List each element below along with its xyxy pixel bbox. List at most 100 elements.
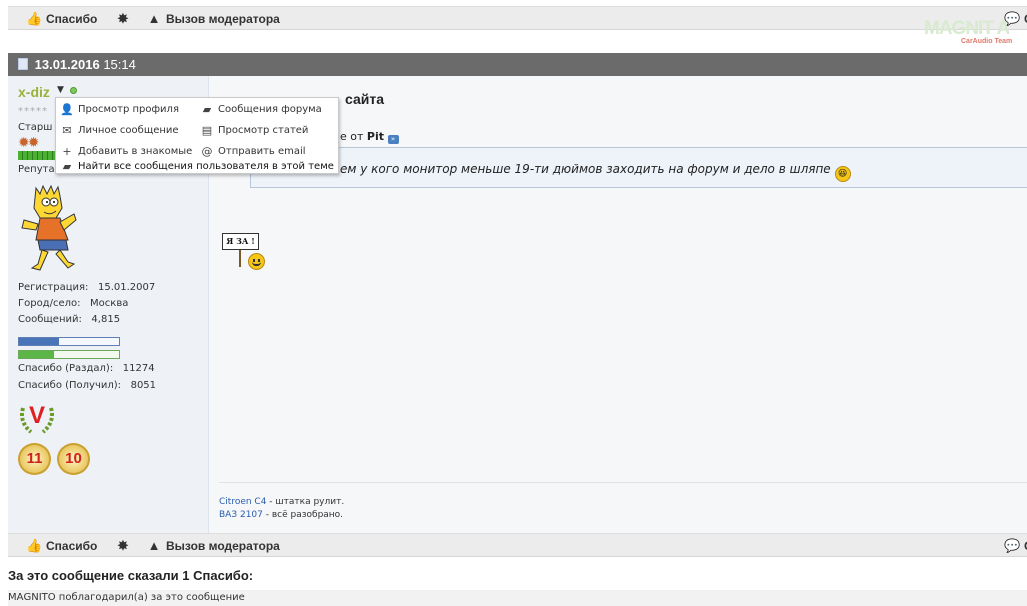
menu-find-all-posts[interactable]: ▰ Найти все сообщения пользователя в этой… bbox=[60, 160, 334, 173]
thanks-received-label: Спасибо (Получил): bbox=[18, 380, 122, 391]
user-popup-menu: 👤 Просмотр профиля ▰ Сообщения форума ✉ Лич… bbox=[55, 97, 339, 174]
post-toolbar-bottom: 👍 Спасибо ✸ ▲ Вызов модератора 💬 С bbox=[8, 533, 1027, 557]
menu-send-email[interactable]: @ Отправить email bbox=[200, 145, 306, 158]
document-icon bbox=[18, 58, 28, 70]
menu-private-message[interactable]: ✉ Личное сообщение bbox=[60, 124, 179, 137]
thanks-summary-line: МАGNITO поблагодарил(а) за это сообщение bbox=[8, 592, 245, 603]
post-toolbar-top: 👍 Спасибо ✸ ▲ Вызов модератора 💬 С bbox=[8, 6, 1027, 30]
call-moderator-label: Вызов модератора bbox=[166, 539, 280, 553]
quote-text: ем у кого монитор меньше 19-ти дюймов за… bbox=[340, 162, 851, 182]
thanks-button-top[interactable]: 👍 Спасибо bbox=[26, 11, 97, 27]
menu-private-message-label: Личное сообщение bbox=[78, 125, 179, 136]
registration-row: Регистрация: 15.01.2007 bbox=[18, 282, 155, 293]
magnitola-logo: MAGNIT A CarAudio Team bbox=[924, 18, 1014, 48]
quote-header-prefix: е от bbox=[340, 130, 364, 143]
signature-link-vaz[interactable]: ВАЗ 2107 bbox=[219, 510, 263, 520]
thanks-received-bar bbox=[18, 350, 120, 359]
laughing-smiley-icon: 😆 bbox=[834, 166, 851, 182]
thanks-received-row: Спасибо (Получил): 8051 bbox=[18, 380, 156, 391]
username[interactable]: x-diz bbox=[18, 84, 50, 100]
call-moderator-button-top[interactable]: ▲ Вызов модератора bbox=[146, 11, 280, 27]
at-sign-icon: @ bbox=[201, 145, 213, 158]
thanks-summary-title: За это сообщение сказали 1 Спасибо: bbox=[8, 568, 254, 583]
spark-icon: ✸ bbox=[117, 538, 129, 553]
award-11-badge: 11 bbox=[18, 443, 51, 475]
menu-forum-posts-label: Сообщения форума bbox=[218, 104, 322, 115]
quote-header: е от Pit » bbox=[340, 130, 399, 144]
speech-bubble-icon: 💬 bbox=[1004, 538, 1021, 553]
post-date: 13.01.2016 bbox=[34, 57, 100, 72]
award-11-text: 11 bbox=[26, 450, 43, 467]
thumbs-up-icon: 👍 bbox=[26, 538, 43, 553]
signature-line-1: Citroen C4 - штатка рулит. bbox=[219, 497, 344, 507]
signature-link-citroen[interactable]: Citroen C4 bbox=[219, 497, 266, 507]
warning-icon: ▲ bbox=[147, 538, 161, 553]
posts-label: Сообщений: bbox=[18, 314, 82, 325]
signature-text-2: - всё разобрано. bbox=[262, 510, 344, 520]
posts-row: Сообщений: 4,815 bbox=[18, 314, 120, 325]
post-time: 15:14 bbox=[103, 57, 136, 72]
forum-posts-icon: ▰ bbox=[202, 103, 212, 116]
registration-value: 15.01.2007 bbox=[97, 282, 156, 293]
thanks-given-bar bbox=[18, 337, 120, 346]
posts-value: 4,815 bbox=[91, 314, 121, 325]
menu-view-profile[interactable]: 👤 Просмотр профиля bbox=[60, 103, 179, 116]
user-menu-chevron-icon[interactable]: ▼ bbox=[57, 85, 64, 95]
rank-gears-icon: ✹✹ bbox=[18, 135, 40, 151]
menu-view-profile-label: Просмотр профиля bbox=[78, 104, 179, 115]
envelope-icon: ✉ bbox=[62, 124, 72, 137]
award-v-text: V bbox=[28, 402, 45, 429]
call-moderator-button-bottom[interactable]: ▲ Вызов модератора bbox=[146, 538, 280, 554]
signature-divider bbox=[219, 482, 1027, 483]
thanks-given-row: Спасибо (Раздал): 11274 bbox=[18, 363, 155, 374]
quote-author[interactable]: Pit bbox=[367, 130, 384, 143]
signature-line-2: ВАЗ 2107 - всё разобрано. bbox=[219, 510, 343, 520]
menu-add-friend-label: Добавить в знакомые bbox=[78, 146, 193, 157]
award-10-text: 10 bbox=[65, 450, 82, 467]
menu-view-articles[interactable]: ▤ Просмотр статей bbox=[200, 124, 309, 137]
report-spark-button-top[interactable]: ✸ bbox=[115, 11, 135, 27]
menu-send-email-label: Отправить email bbox=[218, 146, 306, 157]
user-reputation: Репута bbox=[18, 164, 55, 175]
signature-text-1: - штатка рулит. bbox=[266, 497, 345, 507]
avatar bbox=[16, 184, 86, 276]
logo-brand: MAGNIT A bbox=[924, 18, 1010, 39]
user-rank: Старш bbox=[18, 122, 53, 133]
thanks-received-value: 8051 bbox=[130, 380, 157, 391]
city-label: Город/село: bbox=[18, 298, 81, 309]
logo-sub: CarAudio Team bbox=[961, 38, 1013, 45]
thanks-label: Спасибо bbox=[46, 12, 98, 26]
award-10-badge: 10 bbox=[57, 443, 90, 475]
view-post-arrow-icon[interactable]: » bbox=[387, 135, 399, 144]
report-spark-button-bottom[interactable]: ✸ bbox=[115, 538, 135, 554]
sign-text: Я ЗА ! bbox=[222, 233, 259, 250]
thanks-button-bottom[interactable]: 👍 Спасибо bbox=[26, 538, 97, 554]
registration-label: Регистрация: bbox=[18, 282, 89, 293]
menu-forum-posts[interactable]: ▰ Сообщения форума bbox=[200, 103, 322, 116]
thumbs-up-icon: 👍 bbox=[26, 11, 43, 26]
thanks-given-value: 11274 bbox=[122, 363, 155, 374]
call-moderator-label: Вызов модератора bbox=[166, 12, 280, 26]
menu-view-articles-label: Просмотр статей bbox=[218, 125, 309, 136]
user-icon: 👤 bbox=[60, 103, 74, 116]
spark-icon: ✸ bbox=[117, 11, 129, 26]
smiley-face-icon bbox=[248, 253, 265, 270]
city-value: Москва bbox=[90, 298, 129, 309]
thanks-summary-row: МАGNITO поблагодарил(а) за это сообщение bbox=[8, 590, 1027, 606]
post-title: сайта bbox=[345, 91, 384, 107]
thanks-label: Спасибо bbox=[46, 539, 98, 553]
warning-icon: ▲ bbox=[147, 11, 161, 26]
quote-button-bottom[interactable]: 💬 С bbox=[1004, 538, 1027, 554]
quote-text-body: ем у кого монитор меньше 19-ти дюймов за… bbox=[340, 162, 831, 176]
search-posts-icon: ▰ bbox=[62, 160, 72, 173]
menu-add-friend[interactable]: + Добавить в знакомые bbox=[60, 145, 192, 158]
user-stars: ***** bbox=[18, 106, 48, 117]
articles-icon: ▤ bbox=[201, 124, 213, 137]
online-status-icon bbox=[70, 87, 77, 94]
thanks-given-label: Спасибо (Раздал): bbox=[18, 363, 114, 374]
sign-smiley: Я ЗА ! bbox=[222, 231, 268, 273]
city-row: Город/село: Москва bbox=[18, 298, 128, 309]
reputation-bar bbox=[18, 151, 58, 160]
award-v-badge: V bbox=[17, 400, 57, 436]
menu-find-all-posts-label: Найти все сообщения пользователя в этой … bbox=[78, 161, 334, 172]
